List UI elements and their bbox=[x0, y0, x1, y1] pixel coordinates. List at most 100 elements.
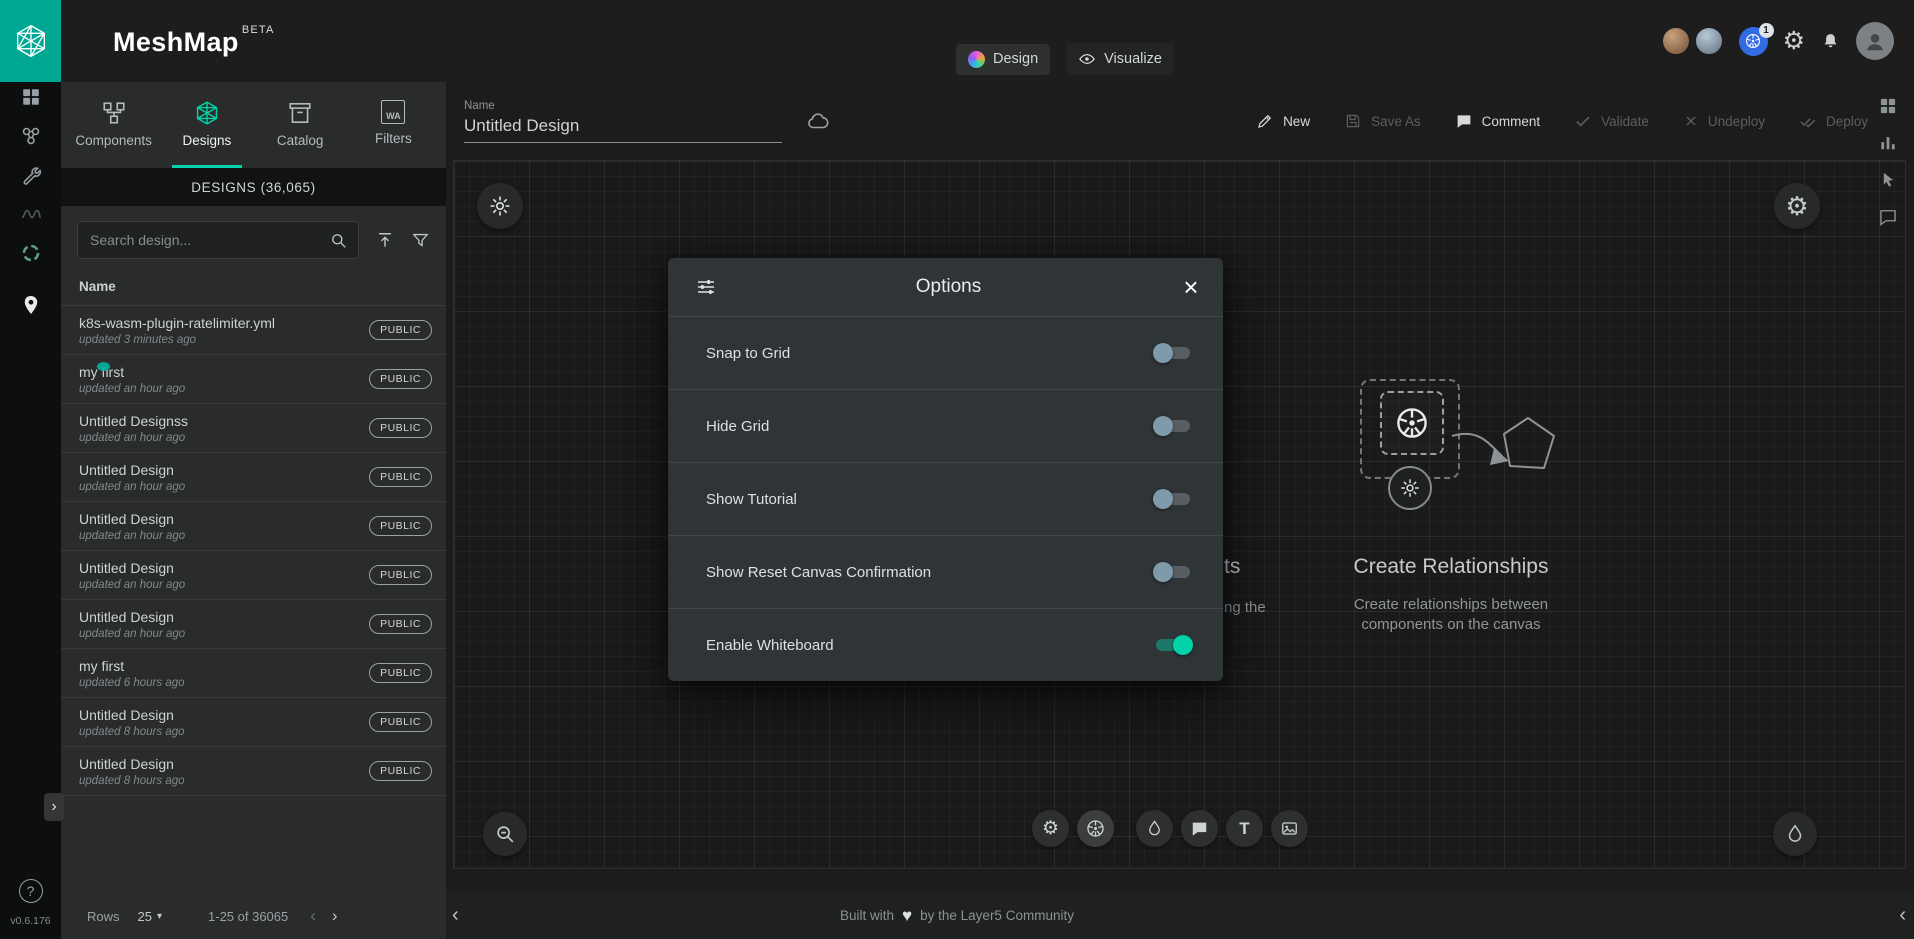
pagination-bar: Rows 25 ▾ 1-25 of 36065 ‹ › bbox=[61, 893, 446, 939]
filter-funnel-icon[interactable] bbox=[411, 231, 430, 250]
option-label: Enable Whiteboard bbox=[706, 637, 834, 654]
design-list-item[interactable]: Untitled Designss updated an hour ago PU… bbox=[61, 404, 446, 453]
performance-icon[interactable] bbox=[19, 202, 43, 226]
comment-icon bbox=[1455, 112, 1473, 130]
kubernetes-context-button[interactable]: 1 bbox=[1739, 27, 1768, 56]
comment-tool-button[interactable] bbox=[1181, 810, 1218, 847]
notifications-bell-icon[interactable] bbox=[1820, 31, 1841, 52]
meshmap-pin-icon[interactable] bbox=[20, 293, 42, 317]
deploy-button[interactable]: Deploy bbox=[1799, 112, 1868, 130]
show-tutorial-toggle[interactable] bbox=[1153, 488, 1193, 510]
visualize-mode-button[interactable]: Visualize bbox=[1066, 43, 1174, 75]
option-row-show-tutorial: Show Tutorial bbox=[668, 462, 1223, 535]
collaborator-avatar-1[interactable] bbox=[1661, 26, 1691, 56]
option-row-enable-whiteboard: Enable Whiteboard bbox=[668, 608, 1223, 681]
settings-gear-icon[interactable]: ⚙ bbox=[1783, 29, 1805, 54]
panel-tabs: Components Designs Catalog WA Filters bbox=[61, 82, 446, 168]
previous-page-button[interactable]: ‹ bbox=[310, 906, 316, 926]
close-icon[interactable]: × bbox=[1177, 274, 1205, 300]
search-input[interactable] bbox=[90, 232, 329, 248]
save-as-button[interactable]: Save As bbox=[1344, 112, 1421, 130]
drop-icon bbox=[1784, 823, 1806, 845]
canvas-mesh-button[interactable] bbox=[477, 183, 523, 229]
design-mode-button[interactable]: Design bbox=[956, 44, 1050, 75]
design-list-item[interactable]: Untitled Design updated an hour ago PUBL… bbox=[61, 502, 446, 551]
rows-label: Rows bbox=[87, 909, 120, 924]
double-check-icon bbox=[1799, 112, 1817, 130]
design-updated: updated 3 minutes ago bbox=[79, 334, 369, 346]
next-page-button[interactable]: › bbox=[332, 906, 338, 926]
x-icon bbox=[1683, 113, 1699, 129]
design-name: my first bbox=[79, 658, 369, 674]
lifecycle-icon[interactable] bbox=[19, 124, 43, 148]
snap-to-grid-toggle[interactable] bbox=[1153, 342, 1193, 364]
chat-icon[interactable] bbox=[1878, 207, 1898, 227]
publish-upload-icon[interactable] bbox=[375, 230, 395, 250]
visibility-badge: PUBLIC bbox=[369, 369, 432, 389]
comment-button[interactable]: Comment bbox=[1455, 112, 1541, 130]
help-button[interactable]: ? bbox=[19, 879, 43, 903]
undeploy-button[interactable]: Undeploy bbox=[1683, 113, 1765, 129]
visibility-badge: PUBLIC bbox=[369, 565, 432, 585]
flower-gear-icon bbox=[488, 194, 512, 218]
collapse-panel-chevron[interactable]: ‹ bbox=[452, 891, 459, 939]
collapse-right-chevron[interactable]: ‹ bbox=[1899, 891, 1906, 939]
design-name: Untitled Design bbox=[79, 609, 369, 625]
shapes-tool-button[interactable] bbox=[1136, 810, 1173, 847]
tab-designs[interactable]: Designs bbox=[160, 92, 253, 168]
designs-count-header: DESIGNS (36,065) bbox=[61, 168, 446, 206]
configuration-wrench-icon[interactable] bbox=[20, 163, 42, 187]
chart-icon[interactable] bbox=[1878, 133, 1898, 153]
zoom-button[interactable] bbox=[483, 812, 527, 856]
kubernetes-icon bbox=[1085, 818, 1106, 839]
design-list-item[interactable]: Untitled Design updated 8 hours ago PUBL… bbox=[61, 747, 446, 796]
canvas-settings-button[interactable]: ⚙ bbox=[1774, 183, 1820, 229]
kubernetes-dock-button[interactable] bbox=[1077, 810, 1114, 847]
enable-whiteboard-toggle[interactable] bbox=[1153, 634, 1193, 656]
ink-drop-button[interactable] bbox=[1773, 812, 1817, 856]
catalog-icon bbox=[287, 100, 313, 126]
design-list-item[interactable]: k8s-wasm-plugin-ratelimiter.yml updated … bbox=[61, 306, 446, 355]
pointer-icon[interactable] bbox=[1878, 170, 1898, 190]
design-list-item[interactable]: Untitled Design updated an hour ago PUBL… bbox=[61, 453, 446, 502]
collaborator-avatar-2[interactable] bbox=[1694, 26, 1724, 56]
new-button[interactable]: New bbox=[1256, 112, 1310, 130]
design-name-input[interactable] bbox=[464, 112, 782, 143]
canvas-actions: New Save As Comment Validate Undeploy bbox=[1256, 112, 1914, 130]
page-range-label: 1-25 of 36065 bbox=[208, 909, 288, 924]
action-label: Validate bbox=[1601, 114, 1649, 129]
design-list-item[interactable]: Untitled Design updated 8 hours ago PUBL… bbox=[61, 698, 446, 747]
page-size-select[interactable]: 25 ▾ bbox=[138, 909, 163, 924]
design-updated: updated 6 hours ago bbox=[79, 677, 369, 689]
design-list-item[interactable]: Untitled Design updated an hour ago PUBL… bbox=[61, 600, 446, 649]
gear-icon: ⚙ bbox=[1785, 191, 1808, 222]
action-label: Deploy bbox=[1826, 114, 1868, 129]
tab-filters[interactable]: WA Filters bbox=[347, 92, 440, 168]
design-list-item[interactable]: my first updated an hour ago PUBLIC bbox=[61, 355, 446, 404]
mesh-adapter-icon[interactable] bbox=[19, 241, 43, 265]
dashboard-icon[interactable] bbox=[20, 85, 42, 109]
widgets-grid-icon[interactable] bbox=[1878, 96, 1898, 116]
layer5-logo[interactable] bbox=[0, 0, 61, 82]
app-title: MeshMapBETA bbox=[113, 24, 275, 58]
components-dock-button[interactable]: ⚙ bbox=[1032, 810, 1069, 847]
footer-text-prefix: Built with bbox=[840, 908, 894, 923]
meshmap-app: MeshMapBETA Design Visualize 1 ⚙ bbox=[0, 0, 1914, 939]
reset-canvas-confirmation-toggle[interactable] bbox=[1153, 561, 1193, 583]
design-list: k8s-wasm-plugin-ratelimiter.yml updated … bbox=[61, 306, 446, 893]
gear-icon: ⚙ bbox=[1042, 817, 1059, 840]
tab-catalog[interactable]: Catalog bbox=[254, 92, 347, 168]
rail-expander[interactable]: › bbox=[44, 793, 64, 821]
design-list-item[interactable]: my first updated 6 hours ago PUBLIC bbox=[61, 649, 446, 698]
tab-components[interactable]: Components bbox=[67, 92, 160, 168]
comment-icon bbox=[1190, 819, 1209, 838]
design-list-item[interactable]: Untitled Design updated an hour ago PUBL… bbox=[61, 551, 446, 600]
page-size-value: 25 bbox=[138, 909, 152, 924]
validate-button[interactable]: Validate bbox=[1574, 112, 1649, 130]
option-label: Show Reset Canvas Confirmation bbox=[706, 564, 931, 581]
caret-down-icon: ▾ bbox=[157, 911, 162, 922]
user-avatar[interactable] bbox=[1856, 22, 1894, 60]
hide-grid-toggle[interactable] bbox=[1153, 415, 1193, 437]
media-tool-button[interactable] bbox=[1271, 810, 1308, 847]
text-tool-button[interactable]: T bbox=[1226, 810, 1263, 847]
